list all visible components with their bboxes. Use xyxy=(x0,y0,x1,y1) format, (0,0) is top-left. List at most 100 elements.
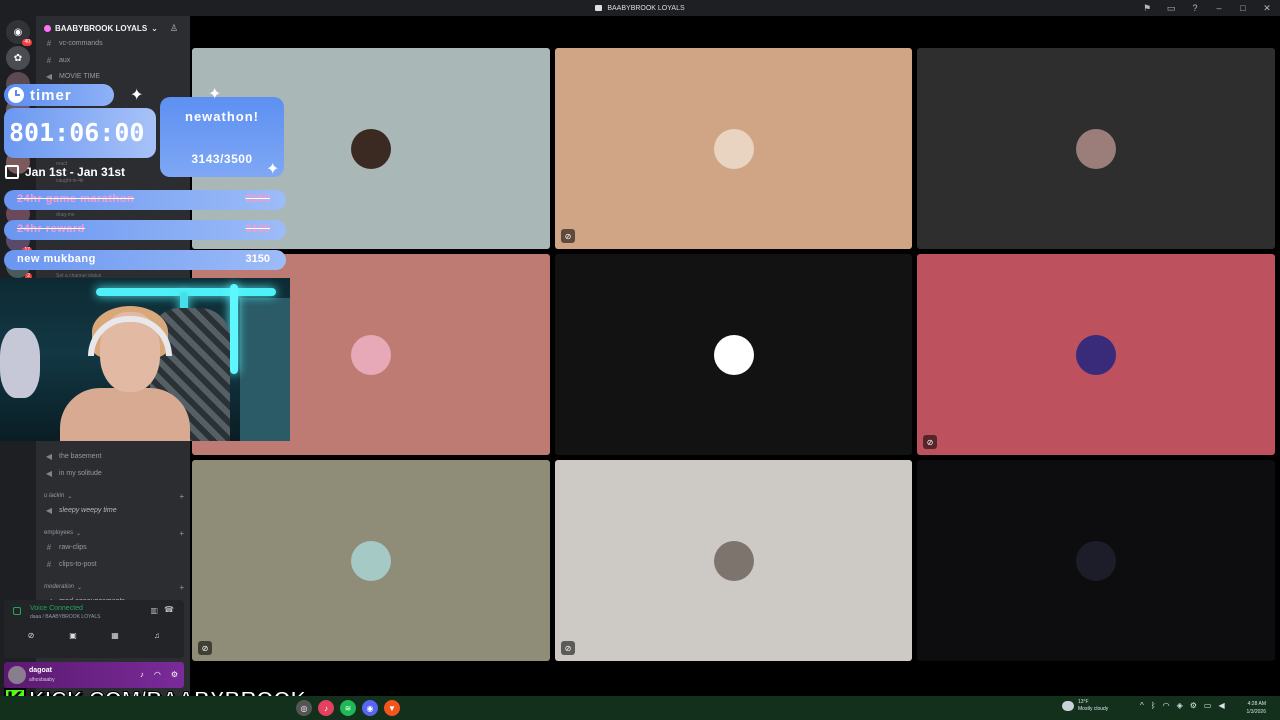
category-moderation[interactable]: moderation ⌄ + xyxy=(44,581,184,593)
system-tray: ^ ᛒ ◠ ◈ ⚙ ▭ ◀ xyxy=(1140,701,1225,710)
avatar[interactable] xyxy=(8,666,26,684)
server-icon[interactable]: ✿ xyxy=(6,46,30,70)
channel-sleepy-weepy-time[interactable]: ◀ sleepy weepy time xyxy=(44,503,184,517)
channel-name: in my solitude xyxy=(59,469,102,477)
brave-icon[interactable]: ▼ xyxy=(384,700,400,716)
bluetooth-icon[interactable]: ᛒ xyxy=(1151,701,1156,710)
weather-widget[interactable]: 13°F Mostly cloudy xyxy=(1062,699,1108,713)
steam-icon[interactable]: ◎ xyxy=(296,700,312,716)
goal-bar: 24hr game marathon 3050 xyxy=(4,190,286,210)
camera-off-icon[interactable]: ⊘ xyxy=(20,628,42,642)
category-u-lackin[interactable]: u lackin ⌄ + xyxy=(44,490,184,502)
video-tile[interactable]: ⊘ xyxy=(917,254,1275,455)
category-name: employees xyxy=(44,530,74,536)
direct-messages-icon[interactable]: ◉ 40 xyxy=(6,20,32,46)
discord-icon[interactable]: ◉ xyxy=(362,700,378,716)
notification-badge: 40 xyxy=(22,39,32,46)
video-tile[interactable] xyxy=(555,254,912,455)
channel-name: the basement xyxy=(59,452,102,460)
channel-movie-time[interactable]: ◀ MOVIE TIME xyxy=(44,69,184,83)
subathon-title: newathon! xyxy=(185,109,259,124)
boost-icon xyxy=(44,24,51,32)
video-tile[interactable] xyxy=(917,460,1275,661)
close-icon[interactable]: ✕ xyxy=(1260,1,1274,15)
chevron-down-icon: ⌄ xyxy=(77,584,83,591)
gear-icon[interactable]: ⚙ xyxy=(171,670,178,679)
channel-drag-me[interactable]: drag-me xyxy=(56,212,75,218)
muted-icon: ⊘ xyxy=(923,435,937,449)
voice-channel-icon: ◀ xyxy=(45,451,53,461)
channel-name: vc-commands xyxy=(59,39,103,47)
create-channel-icon[interactable]: + xyxy=(179,529,184,538)
participant-avatar xyxy=(1076,540,1116,581)
disconnect-icon[interactable]: ☎ xyxy=(164,605,174,614)
voice-channel-icon: ◀ xyxy=(45,71,53,81)
text-channel-icon: # xyxy=(46,559,52,569)
help-icon[interactable]: ? xyxy=(1188,1,1202,15)
shield-icon[interactable]: ◈ xyxy=(1177,701,1183,710)
channel-the-basement[interactable]: ◀ the basement xyxy=(44,449,184,463)
discord-logo-icon xyxy=(595,5,603,11)
video-tile[interactable]: ⊘ xyxy=(555,460,912,661)
video-tile[interactable]: ⊘ xyxy=(555,48,912,249)
minimize-icon[interactable]: – xyxy=(1212,1,1226,15)
maximize-icon[interactable]: □ xyxy=(1236,1,1250,15)
taskbar-apps: ◎ ♪ ≋ ◉ ▼ xyxy=(296,700,400,716)
timer-value: 801:06:00 xyxy=(9,118,145,147)
clock-icon xyxy=(8,87,24,103)
webcam-feed xyxy=(0,278,290,441)
weather-text: 13°F Mostly cloudy xyxy=(1078,699,1108,713)
channel-raw-clips[interactable]: # raw-clips xyxy=(44,540,184,554)
username[interactable]: dagoat xyxy=(29,667,52,674)
flag-icon[interactable]: ⚑ xyxy=(1140,1,1154,15)
webcam-background xyxy=(240,298,290,441)
invite-people-icon[interactable]: ♙ xyxy=(170,23,178,34)
timer-panel: 801:06:00 xyxy=(4,108,156,158)
video-tile[interactable]: ⊘ xyxy=(192,460,550,661)
video-tile[interactable] xyxy=(917,48,1275,249)
sparkle-icon: ✦ xyxy=(208,86,222,103)
goal-value: 3150 xyxy=(245,253,270,265)
chevron-up-icon[interactable]: ^ xyxy=(1140,701,1144,710)
monitor-icon[interactable]: ▭ xyxy=(1204,701,1212,710)
tiktok-icon[interactable]: ♪ xyxy=(318,700,334,716)
inbox-icon[interactable]: ▭ xyxy=(1164,1,1178,15)
microphone-icon[interactable]: ♪ xyxy=(140,670,144,679)
noise-suppression-icon[interactable]: ▥ xyxy=(150,606,158,615)
headphones-icon[interactable]: ◠ xyxy=(154,670,161,679)
participant-avatar xyxy=(351,128,391,169)
speaker-icon[interactable]: ◀ xyxy=(1218,701,1224,710)
channel-clips-to-post[interactable]: # clips-to-post xyxy=(44,557,184,571)
streamer-body xyxy=(60,388,190,441)
create-channel-icon[interactable]: + xyxy=(179,492,184,501)
activities-icon[interactable]: ▦ xyxy=(104,628,126,642)
user-panel: dagoat alhosbaaby ♪ ◠ ⚙ xyxy=(4,662,184,688)
category-name: moderation xyxy=(44,584,75,590)
text-channel-icon: # xyxy=(46,542,52,552)
create-channel-icon[interactable]: + xyxy=(179,583,184,592)
spotify-icon[interactable]: ≋ xyxy=(340,700,356,716)
user-status: alhosbaaby xyxy=(29,677,55,683)
muted-icon: ⊘ xyxy=(561,229,575,243)
taskbar-clock[interactable]: 4:28 AM 1/3/2026 xyxy=(1247,700,1266,716)
screen-share-icon[interactable]: ▣ xyxy=(62,628,84,642)
voice-status[interactable]: Voice Connected xyxy=(30,605,83,612)
voice-location[interactable]: daaa / BAABYBROOK LOYALS xyxy=(30,614,101,620)
voice-controls: ⊘ ▣ ▦ ♫ xyxy=(10,626,178,644)
chevron-down-icon: ⌄ xyxy=(151,23,158,33)
goal-name: 24hr game marathon xyxy=(17,193,135,205)
channel-name: clips-to-post xyxy=(59,560,97,568)
settings-icon[interactable]: ⚙ xyxy=(1190,701,1197,710)
soundboard-icon[interactable]: ♫ xyxy=(146,628,168,642)
channel-vc-commands[interactable]: # vc-commands xyxy=(44,36,184,50)
date-range-row: Jan 1st - Jan 31st xyxy=(5,163,125,181)
channel-in-my-solitude[interactable]: ◀ in my solitude xyxy=(44,466,184,480)
goal-bar: new mukbang 3150 xyxy=(4,250,286,270)
channel-aux[interactable]: # aux xyxy=(44,53,184,67)
server-name: BAABYBROOK LOYALS xyxy=(55,23,148,33)
category-employees[interactable]: employees ⌄ + xyxy=(44,527,184,539)
neon-light xyxy=(230,284,238,374)
signal-icon[interactable] xyxy=(13,607,21,615)
goal-bar: 24hr reward 3100 xyxy=(4,220,286,240)
wifi-icon[interactable]: ◠ xyxy=(1163,701,1170,710)
